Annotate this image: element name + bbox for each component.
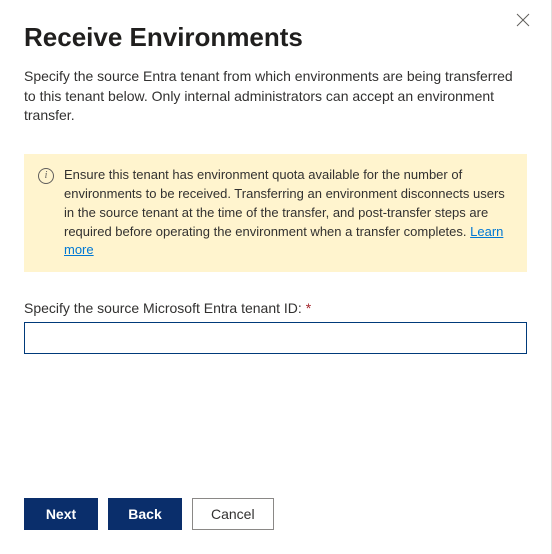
dialog-title: Receive Environments [24, 22, 527, 53]
required-indicator: * [306, 300, 311, 316]
info-icon: i [38, 168, 54, 184]
close-icon [516, 13, 530, 32]
tenant-id-label-text: Specify the source Microsoft Entra tenan… [24, 300, 302, 316]
dialog-buttons: Next Back Cancel [24, 498, 274, 530]
info-message: Ensure this tenant has environment quota… [64, 167, 505, 239]
tenant-id-label: Specify the source Microsoft Entra tenan… [24, 300, 527, 316]
info-text: Ensure this tenant has environment quota… [64, 166, 513, 260]
info-banner: i Ensure this tenant has environment quo… [24, 154, 527, 272]
close-button[interactable] [513, 12, 533, 32]
cancel-button[interactable]: Cancel [192, 498, 274, 530]
dialog-description: Specify the source Entra tenant from whi… [24, 67, 527, 126]
next-button[interactable]: Next [24, 498, 98, 530]
back-button[interactable]: Back [108, 498, 182, 530]
tenant-id-input[interactable] [24, 322, 527, 354]
